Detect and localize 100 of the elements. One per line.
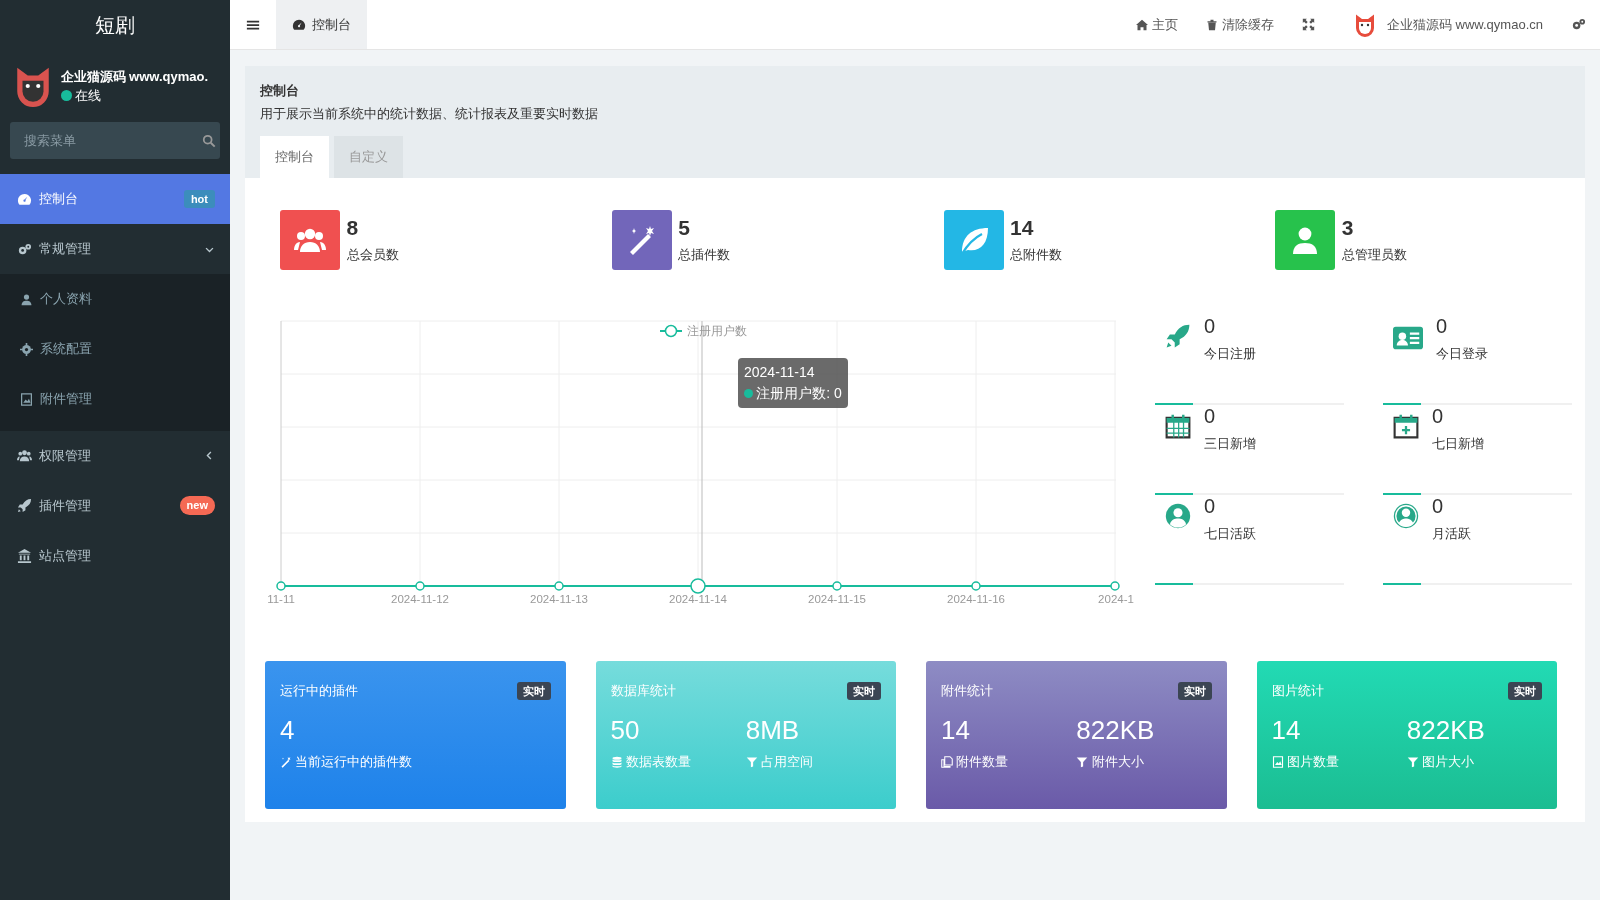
stat-label: 总管理员数 bbox=[1341, 246, 1407, 265]
menu-item[interactable]: 站点管理 bbox=[0, 530, 230, 581]
tooltip-title: 2024-11-14 bbox=[744, 363, 816, 383]
user-name: 企业猫源码 www.qymao. bbox=[60, 67, 209, 86]
nav-link[interactable]: 清除缓存 bbox=[1191, 0, 1288, 49]
card-title: 附件统计 bbox=[941, 682, 993, 701]
counter-label: 三日新增 bbox=[1204, 434, 1256, 453]
calendar-icon bbox=[1165, 413, 1191, 440]
realtime-badge: 实时 bbox=[1177, 681, 1212, 701]
counter-accent bbox=[1383, 493, 1421, 496]
card-label: 占用空间 bbox=[761, 753, 813, 772]
files-icon bbox=[941, 756, 953, 769]
stat-value: 8 bbox=[346, 215, 360, 239]
menu-item[interactable]: 权限管理 bbox=[0, 430, 230, 481]
page-title: 控制台 bbox=[260, 82, 300, 100]
stat-value: 3 bbox=[1341, 215, 1355, 239]
dashboard-icon bbox=[292, 17, 306, 32]
counter-label: 今日登录 bbox=[1436, 344, 1488, 363]
axis-label: 2024-11-15 bbox=[808, 593, 866, 606]
axis-label: 2024-11-13 bbox=[530, 593, 588, 606]
calendar-plus-icon bbox=[1393, 413, 1419, 440]
menu-item[interactable]: 常规管理 bbox=[0, 224, 230, 274]
nav-tab[interactable]: 控制台 bbox=[276, 0, 367, 49]
axis-label: 2024-11-12 bbox=[391, 593, 449, 606]
card-value: 8MB bbox=[745, 714, 801, 746]
tooltip-dot bbox=[744, 389, 753, 399]
axis-label: 11-11 bbox=[267, 593, 295, 606]
card-title: 数据库统计 bbox=[610, 682, 676, 701]
card-value: 4 bbox=[280, 714, 296, 746]
menu-item[interactable]: 插件管理 new bbox=[0, 480, 230, 531]
panel-tab[interactable]: 控制台 bbox=[260, 136, 329, 178]
page-description: 用于展示当前系统中的统计数据、统计报表及重要实时数据 bbox=[260, 104, 599, 123]
menu-item[interactable]: 控制台 hot bbox=[0, 174, 230, 224]
search-field[interactable]: 搜索菜单 bbox=[10, 122, 220, 159]
rocket-icon bbox=[17, 498, 32, 513]
home-icon bbox=[1135, 18, 1148, 31]
image-icon bbox=[1271, 756, 1284, 769]
fullscreen-icon bbox=[1301, 18, 1315, 31]
legend-icon bbox=[659, 325, 683, 338]
card-label: 附件数量 bbox=[956, 753, 1009, 772]
axis-label: 2024-1 bbox=[1098, 593, 1134, 606]
counter-label: 七日活跃 bbox=[1204, 524, 1256, 543]
counter-value: 0 bbox=[1432, 495, 1445, 518]
card-label: 当前运行中的插件数 bbox=[295, 753, 413, 772]
stat-label: 总插件数 bbox=[678, 246, 731, 265]
stat-label: 总会员数 bbox=[346, 246, 399, 265]
rocket-icon bbox=[1165, 323, 1191, 350]
counter-label: 今日注册 bbox=[1204, 344, 1256, 363]
stat-label: 总附件数 bbox=[1010, 246, 1062, 265]
card-value: 822KB bbox=[1406, 714, 1486, 746]
filter-icon bbox=[1076, 756, 1089, 769]
tooltip-text: 注册用户数: 0 bbox=[756, 384, 842, 404]
card-label: 附件大小 bbox=[1091, 753, 1144, 772]
counter-accent bbox=[1383, 583, 1421, 586]
card-value: 14 bbox=[1271, 714, 1302, 746]
menu-badge: hot bbox=[183, 189, 215, 209]
counter-value: 0 bbox=[1204, 405, 1217, 428]
trash-icon bbox=[1205, 18, 1218, 31]
status-text: 在线 bbox=[74, 87, 101, 105]
realtime-badge: 实时 bbox=[1508, 681, 1542, 701]
image-icon bbox=[20, 392, 33, 406]
counter-label: 月活跃 bbox=[1432, 524, 1471, 543]
dashboard-icon bbox=[17, 191, 32, 207]
card-label: 图片大小 bbox=[1422, 753, 1474, 772]
menu-item[interactable]: 个人资料 bbox=[0, 274, 230, 324]
counter-accent bbox=[1383, 403, 1421, 406]
brand-title: 短剧 bbox=[94, 13, 136, 38]
settings-icon bbox=[1571, 17, 1586, 32]
gears-icon bbox=[17, 241, 32, 257]
user-circle-icon bbox=[1165, 503, 1191, 530]
settings-icon bbox=[20, 342, 33, 356]
users-icon bbox=[17, 448, 32, 463]
nav-link[interactable]: 主页 bbox=[1121, 0, 1192, 49]
filter-icon bbox=[1406, 756, 1419, 769]
legend-label: 注册用户数 bbox=[687, 324, 747, 339]
user-menu[interactable]: 企业猫源码 www.qymao.cn bbox=[1328, 0, 1557, 49]
counter-value: 0 bbox=[1432, 405, 1445, 428]
filter-icon bbox=[745, 756, 758, 769]
card-label: 图片数量 bbox=[1286, 753, 1339, 772]
realtime-badge: 实时 bbox=[847, 681, 881, 701]
menu-badge: new bbox=[179, 496, 215, 515]
counter-accent bbox=[1155, 403, 1193, 406]
card-value: 14 bbox=[941, 714, 971, 746]
counter-value: 0 bbox=[1436, 315, 1449, 338]
stat-value: 14 bbox=[1010, 215, 1035, 239]
card-value: 50 bbox=[610, 714, 641, 746]
menu-item[interactable]: 系统配置 bbox=[0, 324, 230, 374]
user-circle-icon bbox=[1393, 503, 1419, 530]
card-value: 822KB bbox=[1076, 714, 1156, 746]
card-title: 图片统计 bbox=[1271, 682, 1324, 701]
bank-icon bbox=[17, 548, 32, 563]
card-label: 数据表数量 bbox=[625, 753, 691, 772]
search-input[interactable]: 搜索菜单 bbox=[22, 129, 202, 152]
realtime-badge: 实时 bbox=[516, 681, 551, 701]
user-icon bbox=[20, 292, 33, 306]
search-icon bbox=[202, 133, 216, 148]
database-icon bbox=[610, 756, 623, 769]
counter-accent bbox=[1155, 583, 1193, 586]
magic-wand-icon bbox=[280, 756, 292, 769]
menu-item[interactable]: 附件管理 bbox=[0, 374, 230, 424]
